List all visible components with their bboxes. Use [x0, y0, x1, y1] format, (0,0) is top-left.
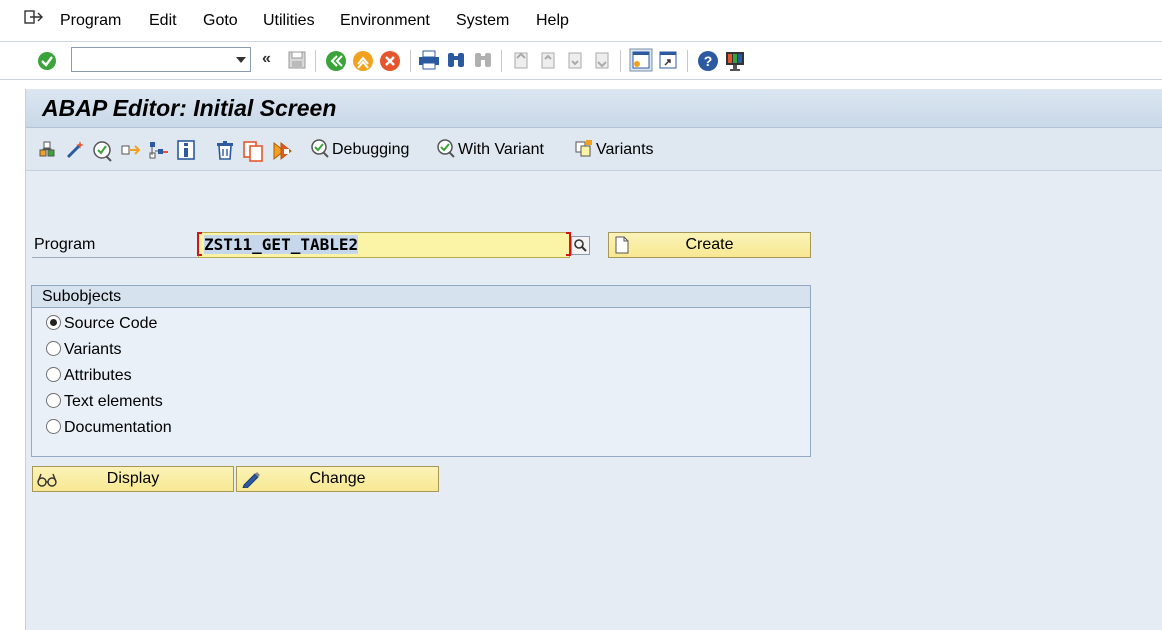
create-button[interactable]: Create — [608, 232, 811, 258]
variants-icon — [575, 140, 592, 157]
where-used-icon[interactable] — [148, 140, 170, 165]
with-variant-icon — [437, 139, 455, 158]
glasses-icon — [37, 473, 57, 487]
radio-label: Source Code — [64, 315, 158, 332]
radio-attributes[interactable]: Attributes — [46, 367, 132, 385]
pencil-icon — [242, 472, 260, 488]
copy-icon[interactable] — [242, 140, 264, 167]
radio-label: Attributes — [64, 367, 132, 384]
menu-bar: Program Edit Goto Utilities Environment … — [0, 0, 1162, 42]
execute-icon[interactable] — [271, 140, 293, 167]
main-panel: ABAP Editor: Initial Screen Debugging Wi… — [25, 89, 1162, 630]
radio-label: Text elements — [64, 393, 163, 410]
radio-label: Documentation — [64, 419, 172, 436]
display-button-label: Display — [106, 470, 160, 487]
menu-help[interactable]: Help — [536, 12, 569, 30]
with-variant-button[interactable]: With Variant — [436, 138, 544, 159]
radio-variants[interactable]: Variants — [46, 341, 122, 359]
radio-label: Variants — [64, 341, 122, 358]
menu-system[interactable]: System — [456, 12, 509, 30]
menu-program[interactable]: Program — [60, 12, 121, 30]
command-field[interactable] — [71, 47, 251, 72]
debugging-button[interactable]: Debugging — [310, 138, 409, 159]
search-help-icon — [574, 239, 587, 252]
variants-button[interactable]: Variants — [574, 138, 654, 159]
change-button[interactable]: Change — [236, 466, 439, 492]
radio-text-elements[interactable]: Text elements — [46, 393, 163, 411]
info-icon[interactable] — [177, 140, 195, 165]
new-document-icon — [615, 236, 629, 254]
radio-button[interactable] — [46, 367, 61, 382]
activate-icon[interactable] — [120, 140, 142, 165]
radio-button[interactable] — [46, 341, 61, 356]
page-title: ABAP Editor: Initial Screen — [42, 95, 337, 121]
radio-documentation[interactable]: Documentation — [46, 419, 172, 437]
delete-icon[interactable] — [215, 140, 235, 165]
program-input-value: ZST11_GET_TABLE2 — [204, 235, 359, 254]
debugging-label: Debugging — [332, 141, 410, 158]
with-variant-label: With Variant — [458, 141, 544, 158]
radio-button[interactable] — [46, 419, 61, 434]
menu-utilities[interactable]: Utilities — [263, 12, 315, 30]
display-button[interactable]: Display — [32, 466, 234, 492]
program-input[interactable]: ZST11_GET_TABLE2 — [198, 232, 570, 258]
radio-button[interactable] — [46, 393, 61, 408]
application-toolbar: Debugging With Variant Variants — [26, 128, 1162, 171]
menu-environment[interactable]: Environment — [340, 12, 430, 30]
change-button-label: Change — [309, 470, 366, 487]
debugging-icon — [311, 139, 329, 158]
check-icon[interactable] — [92, 140, 114, 167]
create-button-label: Create — [685, 236, 734, 253]
program-label: Program — [34, 236, 96, 253]
menu-edit[interactable]: Edit — [149, 12, 177, 30]
value-help-button[interactable] — [571, 236, 590, 255]
title-bar: ABAP Editor: Initial Screen — [26, 89, 1162, 128]
subobjects-group: Subobjects Source Code Variants Attribut… — [31, 285, 811, 457]
radio-button-selected[interactable] — [46, 315, 61, 330]
required-marker-left — [197, 232, 202, 256]
radio-source-code[interactable]: Source Code — [46, 315, 157, 333]
variants-label: Variants — [596, 141, 654, 158]
subobjects-title: Subobjects — [42, 288, 122, 305]
object-list-icon[interactable] — [38, 140, 58, 165]
subobjects-header: Subobjects — [32, 286, 810, 308]
menu-exit-icon[interactable] — [24, 10, 44, 31]
program-label-underline — [32, 257, 200, 258]
command-dropdown-icon[interactable] — [236, 57, 246, 63]
enter-check-icon[interactable] — [37, 51, 57, 76]
magic-wand-icon[interactable] — [65, 140, 85, 165]
menu-goto[interactable]: Goto — [203, 12, 238, 30]
